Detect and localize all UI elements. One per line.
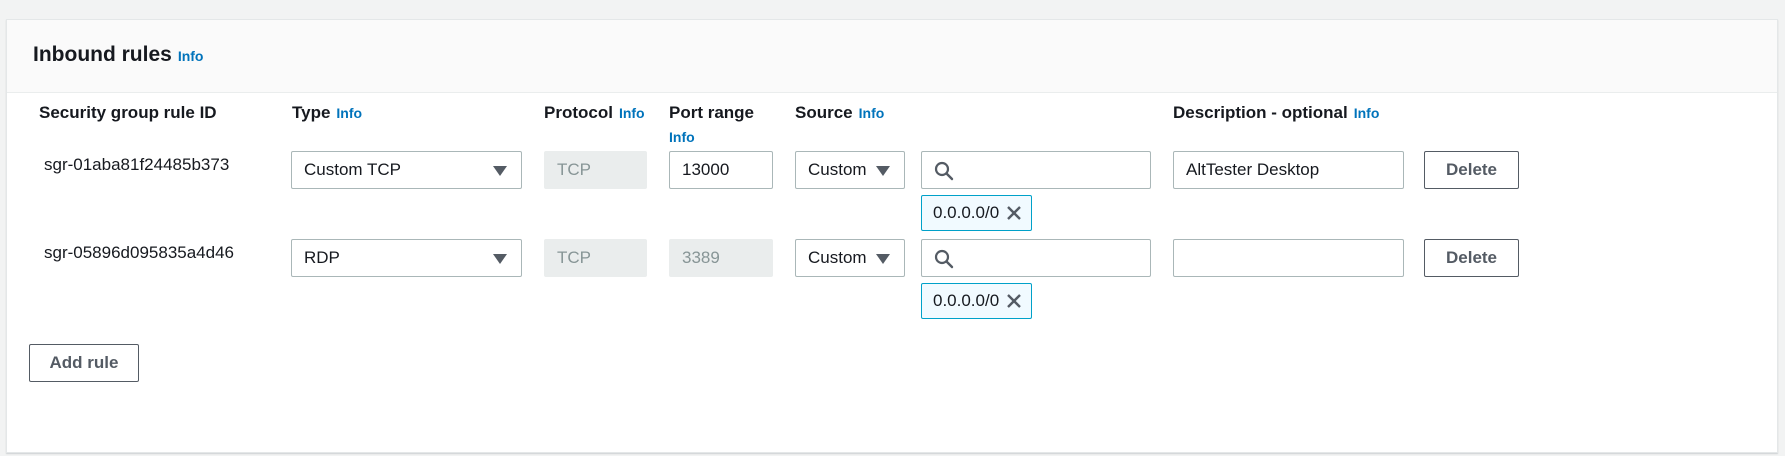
protocol-field: TCP [544, 239, 647, 277]
caret-down-icon [493, 166, 507, 176]
type-select[interactable]: Custom TCP [291, 151, 522, 189]
description-input[interactable]: AltTester Desktop [1173, 151, 1404, 189]
type-select-value: Custom TCP [304, 160, 401, 179]
column-header-description: Description - optional Info [1173, 103, 1379, 123]
column-header-source: Source Info [795, 103, 884, 123]
column-header-description-label: Description - optional [1173, 103, 1348, 122]
port-range-field: 3389 [669, 239, 773, 277]
delete-rule-button[interactable]: Delete [1424, 239, 1519, 277]
column-header-protocol: Protocol Info [544, 103, 645, 123]
close-icon[interactable] [1005, 204, 1023, 222]
source-type-value: Custom [808, 160, 867, 179]
page-title: Inbound rules Info [33, 43, 203, 67]
column-header-type-label: Type [292, 103, 331, 122]
protocol-info-link[interactable]: Info [619, 105, 645, 121]
source-type-value: Custom [808, 248, 867, 267]
column-header-port-range: Port range Info [669, 100, 779, 150]
protocol-field: TCP [544, 151, 647, 189]
source-token-label: 0.0.0.0/0 [933, 291, 1000, 310]
description-info-link[interactable]: Info [1354, 105, 1380, 121]
caret-down-icon [876, 254, 890, 264]
delete-rule-button[interactable]: Delete [1424, 151, 1519, 189]
source-search-input[interactable] [921, 151, 1151, 189]
column-header-rule-id-label: Security group rule ID [39, 103, 217, 122]
column-header-rule-id: Security group rule ID [39, 103, 217, 123]
add-rule-button[interactable]: Add rule [29, 344, 139, 382]
rule-id: sgr-01aba81f24485b373 [44, 155, 230, 174]
source-token: 0.0.0.0/0 [921, 283, 1032, 319]
type-info-link[interactable]: Info [336, 105, 362, 121]
source-info-link[interactable]: Info [859, 105, 885, 121]
rule-id: sgr-05896d095835a4d46 [44, 243, 235, 262]
source-token: 0.0.0.0/0 [921, 195, 1032, 231]
port-range-input[interactable]: 13000 [669, 151, 773, 189]
source-type-select[interactable]: Custom [795, 239, 905, 277]
source-token-label: 0.0.0.0/0 [933, 203, 1000, 222]
column-header-port-range-label: Port range [669, 103, 755, 122]
type-select[interactable]: RDP [291, 239, 522, 277]
port-range-info-link[interactable]: Info [669, 125, 779, 150]
column-header-type: Type Info [292, 103, 362, 123]
title-info-link[interactable]: Info [178, 48, 204, 64]
section-title: Inbound rules [33, 43, 172, 66]
search-icon [934, 161, 954, 181]
caret-down-icon [493, 254, 507, 264]
source-type-select[interactable]: Custom [795, 151, 905, 189]
inbound-rules-panel: Inbound rules Info Security group rule ID… [6, 19, 1778, 453]
panel-header: Inbound rules Info [7, 20, 1777, 93]
source-search-input[interactable] [921, 239, 1151, 277]
column-header-source-label: Source [795, 103, 853, 122]
column-header-protocol-label: Protocol [544, 103, 613, 122]
type-select-value: RDP [304, 248, 340, 267]
search-icon [934, 249, 954, 269]
close-icon[interactable] [1005, 292, 1023, 310]
caret-down-icon [876, 166, 890, 176]
description-input[interactable] [1173, 239, 1404, 277]
